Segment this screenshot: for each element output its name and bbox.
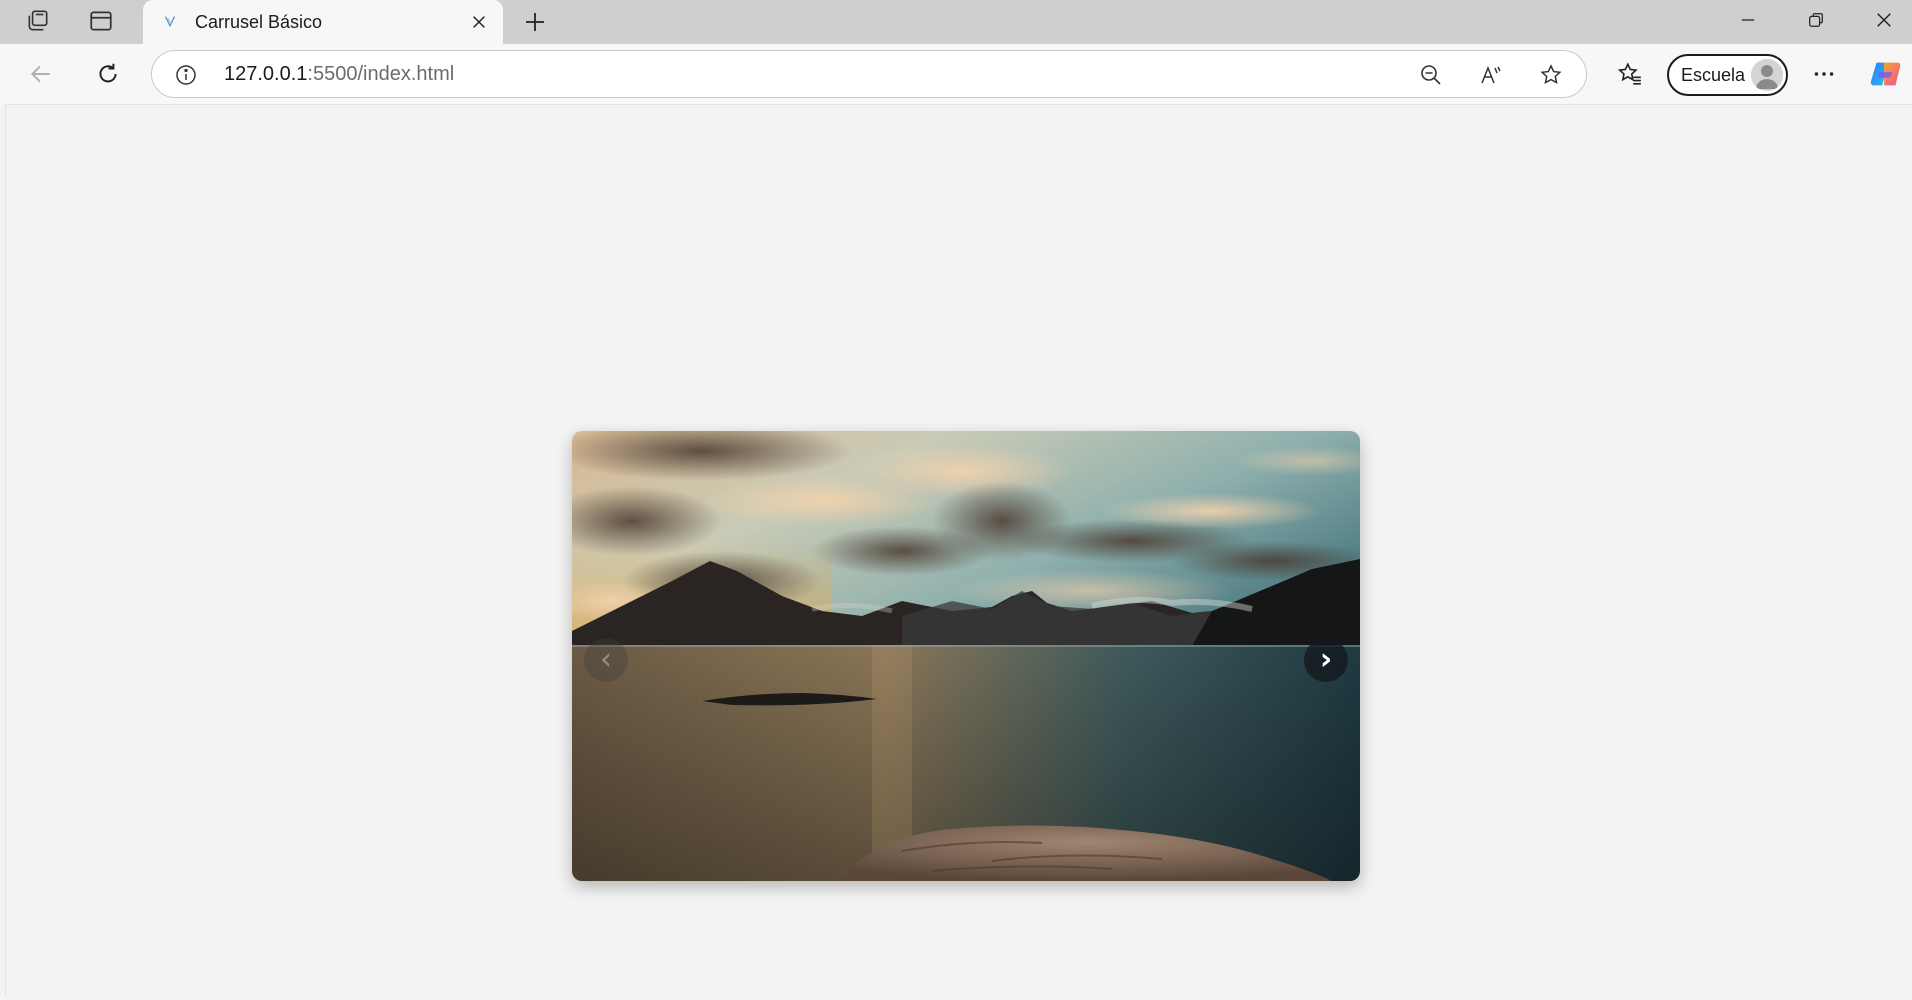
copilot-button[interactable] [1868,56,1904,92]
restore-icon [1809,13,1823,27]
refresh-icon [99,63,117,83]
favorites-button[interactable] [1609,54,1651,94]
favorites-icon [1617,62,1641,85]
zoom-out-icon [1421,65,1441,85]
profile-label: Escuela [1681,64,1746,85]
refresh-button[interactable] [87,54,129,94]
tab-strip: Carrusel Básico [0,0,1912,44]
active-tab[interactable]: Carrusel Básico [143,0,503,44]
close-icon [1877,13,1891,27]
close-window-button[interactable] [1850,0,1912,40]
tab-close-button[interactable] [465,8,493,36]
add-favorite-button[interactable] [1535,60,1567,90]
copilot-icon [1870,62,1901,86]
workspaces-icon [25,8,51,39]
minimize-icon [1741,19,1755,21]
vertical-tabs-button[interactable] [83,6,119,40]
site-info-button[interactable] [172,61,200,89]
workspaces-button[interactable] [20,6,56,40]
avatar [1751,59,1783,91]
restore-button[interactable] [1782,0,1850,40]
back-arrow-icon [30,65,50,83]
info-icon [176,65,196,85]
close-icon [473,16,485,28]
star-icon [1540,64,1562,85]
carousel-slide [572,431,1360,881]
back-button[interactable] [20,54,62,94]
page-viewport: ‹ › [5,104,1912,996]
more-icon [1814,72,1834,76]
plus-icon [526,13,544,31]
address-bar[interactable]: 127.0.0.1:5500/index.html [151,50,1587,98]
browser-toolbar: 127.0.0.1:5500/index.html Escuela [0,44,1912,104]
url-host: 127.0.0.1 [224,63,308,85]
carousel-next-button[interactable]: › [1304,638,1348,682]
vertical-tabs-icon [88,8,114,39]
carousel-prev-button[interactable]: ‹ [584,638,628,682]
more-menu-button[interactable] [1803,54,1845,94]
read-aloud-icon [1481,65,1501,84]
url-text[interactable]: 127.0.0.1:5500/index.html [224,63,454,86]
zoom-button[interactable] [1415,60,1447,90]
tab-title: Carrusel Básico [195,11,323,32]
minimize-button[interactable] [1714,0,1782,40]
new-tab-button[interactable] [518,5,552,39]
image-carousel: ‹ › [572,431,1360,881]
vscode-live-server-favicon [159,11,181,33]
sunset-lake-mountains-image [572,431,1360,881]
read-aloud-button[interactable] [1475,60,1507,90]
url-path: :5500/index.html [307,63,455,85]
profile-button[interactable]: Escuela [1667,54,1788,96]
